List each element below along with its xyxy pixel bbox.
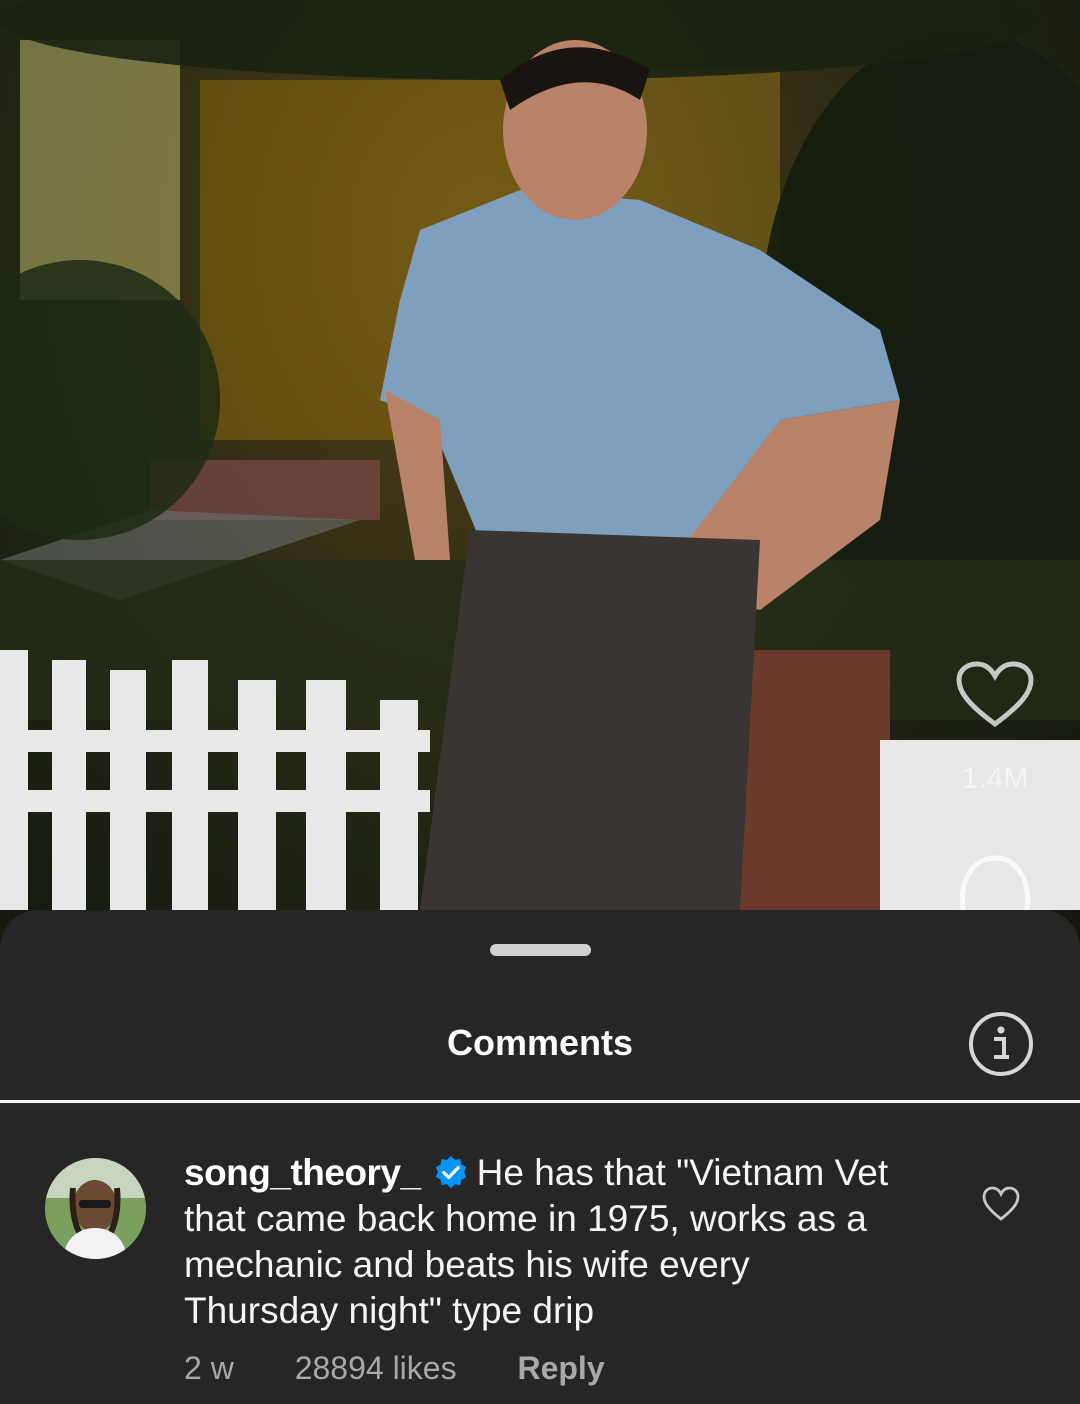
- sheet-divider: [0, 1100, 1080, 1103]
- like-count: 1.4M: [961, 762, 1029, 795]
- photo-scene: [0, 0, 1080, 910]
- verified-badge-icon: [435, 1155, 466, 1189]
- like-button[interactable]: [955, 660, 1035, 730]
- comment-bubble-icon: [959, 855, 1031, 911]
- comment-like-button[interactable]: [982, 1186, 1020, 1222]
- reply-button[interactable]: Reply: [517, 1350, 604, 1386]
- avatar[interactable]: [45, 1158, 146, 1259]
- comment-text-block: song_theory_ He has that "Vietnam Vet th…: [184, 1150, 904, 1334]
- post-video-frame[interactable]: [0, 0, 1080, 960]
- heart-outline-icon: [982, 1186, 1020, 1221]
- comments-sheet: Comments song_theory_ He has that "Vietn…: [0, 910, 1080, 1404]
- avatar-image: [45, 1158, 146, 1259]
- comment-like-count[interactable]: 28894 likes: [295, 1350, 457, 1386]
- comment-meta: 2 w 28894 likes Reply: [184, 1350, 657, 1387]
- sheet-drag-handle[interactable]: [490, 944, 591, 956]
- sheet-title: Comments: [446, 1022, 634, 1063]
- comment-age: 2 w: [184, 1350, 234, 1386]
- comment-username[interactable]: song_theory_: [184, 1152, 421, 1193]
- heart-outline-icon: [956, 661, 1034, 728]
- info-button[interactable]: [968, 1011, 1034, 1077]
- info-icon: [969, 1012, 1033, 1076]
- comment-button[interactable]: [955, 850, 1035, 911]
